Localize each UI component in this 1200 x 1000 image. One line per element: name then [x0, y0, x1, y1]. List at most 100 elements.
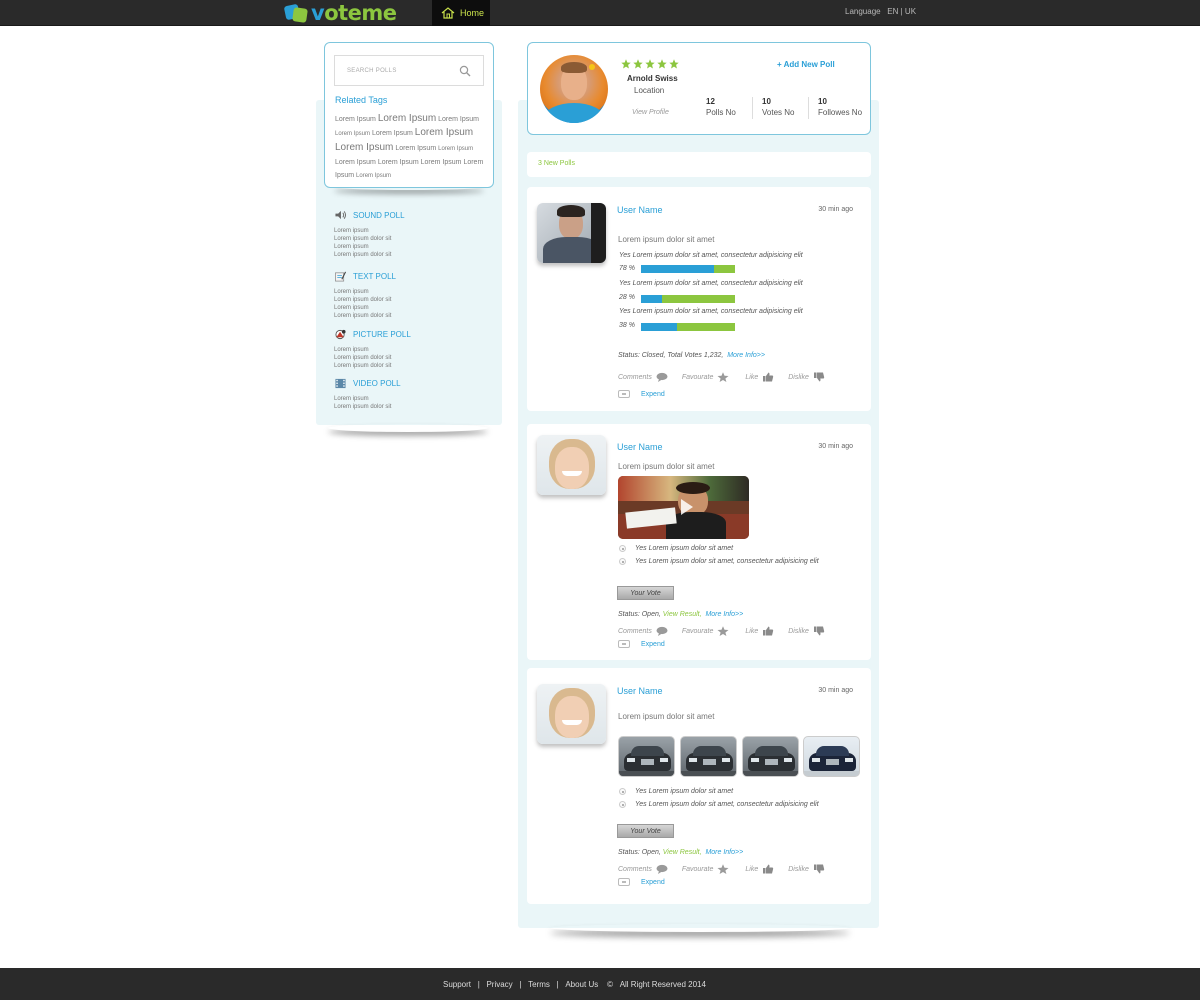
category-item[interactable]: Lorem ipsum [334, 288, 396, 296]
poll-user-name[interactable]: User Name [617, 442, 663, 452]
tag-link[interactable]: Lorem Ipsum [438, 146, 473, 152]
poll-user-name[interactable]: User Name [617, 686, 663, 696]
poll-option[interactable]: Yes Lorem ipsum dolor sit amet [619, 788, 733, 795]
view-result-link[interactable]: View Result, [663, 849, 702, 856]
dislike-button[interactable]: Dislike [788, 864, 825, 874]
comments-button[interactable]: Comments [618, 864, 668, 874]
tag-link[interactable]: Lorem Ipsum [438, 116, 479, 123]
footer-link[interactable]: Privacy [486, 980, 512, 989]
comments-button[interactable]: Comments [618, 626, 668, 636]
view-profile-link[interactable]: View Profile [632, 109, 669, 116]
tag-link[interactable]: Lorem Ipsum [335, 159, 376, 166]
favourite-button[interactable]: Favourate [682, 864, 730, 874]
action-label: Dislike [788, 627, 809, 635]
category-item[interactable]: Lorem ipsum [334, 395, 401, 403]
category-item[interactable]: Lorem ipsum dolor sit [334, 354, 411, 362]
tag-link[interactable]: Lorem Ipsum [335, 131, 370, 137]
category-item[interactable]: Lorem ipsum dolor sit [334, 235, 405, 243]
category-item[interactable]: Lorem ipsum [334, 304, 396, 312]
poll-option[interactable]: Yes Lorem ipsum dolor sit amet [619, 545, 733, 552]
category-link[interactable]: TEXT POLL [334, 270, 396, 282]
tag-link[interactable]: Lorem Ipsum [395, 145, 436, 152]
your-vote-button[interactable]: Your Vote [617, 824, 674, 838]
category-item[interactable]: Lorem ipsum dolor sit [334, 296, 396, 304]
poll-photo[interactable] [618, 476, 749, 539]
poll-user-name[interactable]: User Name [617, 205, 663, 215]
footer-link[interactable]: Support [443, 980, 471, 989]
your-vote-button[interactable]: Your Vote [617, 586, 674, 600]
tag-link[interactable]: Lorem Ipsum [415, 127, 473, 138]
new-polls-bar[interactable]: 3 New Polls [527, 152, 871, 177]
like-button[interactable]: Like [745, 372, 774, 382]
tag-link[interactable]: Lorem Ipsum [421, 159, 462, 166]
expand-button[interactable]: Expend [618, 878, 665, 886]
poll-status: Status: Open, View Result, More Info>> [618, 611, 743, 618]
favourite-button[interactable]: Favourate [682, 626, 730, 636]
category-item[interactable]: Lorem ipsum dolor sit [334, 362, 411, 370]
tag-link[interactable]: Lorem Ipsum [378, 159, 419, 166]
poll-option[interactable]: Yes Lorem ipsum dolor sit amet, consecte… [619, 558, 819, 565]
poll-option[interactable]: Yes Lorem ipsum dolor sit amet, consecte… [619, 801, 819, 808]
thumbs-down-icon [813, 626, 825, 636]
more-info-link[interactable]: More Info>> [705, 849, 743, 856]
radio-button[interactable] [619, 558, 626, 565]
gallery-image[interactable] [680, 736, 737, 777]
answer-result-fill [641, 265, 715, 273]
user-avatar[interactable] [537, 435, 606, 495]
lang-en-link[interactable]: EN [887, 7, 898, 16]
search-input[interactable]: SEARCH POLLS [334, 55, 484, 86]
category-item[interactable]: Lorem ipsum [334, 243, 405, 251]
profile-avatar[interactable] [540, 55, 608, 123]
category-item[interactable]: Lorem ipsum dolor sit [334, 312, 396, 320]
radio-button[interactable] [619, 545, 626, 552]
voteme-logo[interactable]: voteme [283, 1, 397, 25]
footer-spacer [598, 980, 607, 989]
tag-link[interactable]: Lorem Ipsum [335, 142, 393, 153]
category-item[interactable]: Lorem ipsum dolor sit [334, 403, 401, 411]
tag-link[interactable]: Lorem Ipsum [356, 173, 391, 179]
search-icon[interactable] [459, 65, 471, 77]
add-new-poll-button[interactable]: + Add New Poll [777, 60, 835, 69]
answer-percent: 38 % [619, 322, 635, 329]
footer: Support | Privacy | Terms | About Us © A… [0, 968, 1200, 1000]
dislike-button[interactable]: Dislike [788, 372, 825, 382]
user-avatar[interactable] [537, 203, 606, 263]
favourite-button[interactable]: Favourate [682, 372, 730, 382]
tag-link[interactable]: Lorem Ipsum [378, 113, 436, 124]
gallery-image[interactable] [618, 736, 675, 777]
footer-link[interactable]: Terms [528, 980, 550, 989]
category-item[interactable]: Lorem ipsum [334, 346, 411, 354]
user-avatar[interactable] [537, 684, 606, 744]
radio-button[interactable] [619, 801, 626, 808]
tag-link[interactable]: Lorem Ipsum [372, 130, 413, 137]
like-button[interactable]: Like [745, 864, 774, 874]
tag-link[interactable]: Lorem Ipsum [335, 116, 376, 123]
expand-button[interactable]: Expend [618, 640, 665, 648]
gallery-image[interactable] [742, 736, 799, 777]
more-info-link[interactable]: More Info>> [705, 611, 743, 618]
category-link[interactable]: PICTURE POLL [334, 328, 411, 340]
view-result-link[interactable]: View Result, [663, 611, 702, 618]
more-info-link[interactable]: More Info>> [727, 352, 765, 359]
gallery-image[interactable] [803, 736, 860, 777]
category-item[interactable]: Lorem ipsum [334, 227, 405, 235]
option-label: Yes Lorem ipsum dolor sit amet [635, 545, 734, 552]
stat-polls: 12 Polls No [706, 96, 736, 118]
category-link[interactable]: SOUND POLL [334, 209, 405, 221]
thumbs-down-icon [813, 372, 825, 382]
like-button[interactable]: Like [745, 626, 774, 636]
logo-mark-icon [283, 2, 309, 24]
dislike-button[interactable]: Dislike [788, 626, 825, 636]
nav-home-tab[interactable]: Home [432, 0, 490, 26]
footer-link[interactable]: About Us [565, 980, 598, 989]
comments-button[interactable]: Comments [618, 372, 668, 382]
radio-button[interactable] [619, 788, 626, 795]
stat-divider [752, 97, 753, 119]
speech-bubble-icon [656, 372, 668, 382]
language-label: Language [845, 7, 881, 16]
expand-button[interactable]: Expend [618, 390, 665, 398]
category-link[interactable]: VIDEO POLL [334, 377, 401, 389]
lang-uk-link[interactable]: UK [905, 7, 916, 16]
category-item[interactable]: Lorem ipsum dolor sit [334, 251, 405, 259]
language-selector: Language EN | UK [845, 7, 916, 16]
